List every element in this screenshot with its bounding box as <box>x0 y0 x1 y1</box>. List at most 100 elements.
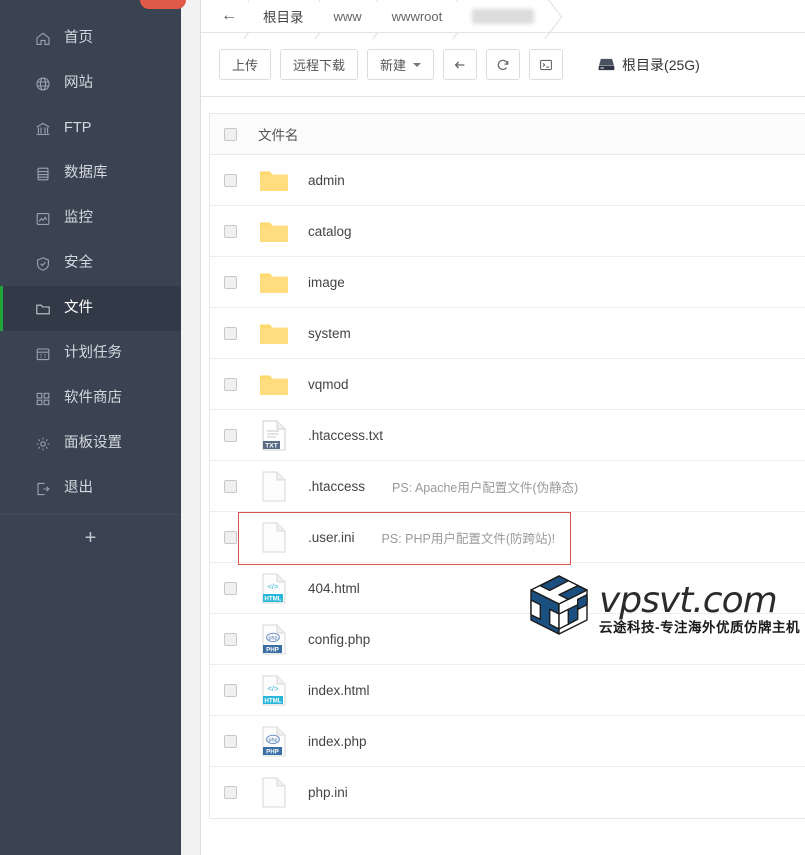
disk-info: 根目录(25G) <box>598 55 700 75</box>
upload-button[interactable]: 上传 <box>219 49 271 80</box>
sidebar-item-database[interactable]: 数据库 <box>0 151 181 196</box>
file-name: index.php <box>308 734 367 749</box>
file-html-icon: </> HTML <box>259 674 289 706</box>
table-row[interactable]: </> HTML index.html <box>210 665 805 716</box>
table-row[interactable]: php.ini <box>210 767 805 818</box>
file-name: .htaccess.txt <box>308 428 383 443</box>
table-row[interactable]: .user.ini PS: PHP用户配置文件(防跨站)! <box>210 512 805 563</box>
breadcrumb: ← 根目录 www wwwroot <box>201 0 805 33</box>
svg-text:HTML: HTML <box>264 595 281 602</box>
main-content: ← 根目录 www wwwroot 上传 远程下载 新建 <box>200 0 805 855</box>
row-checkbox[interactable] <box>224 225 237 238</box>
table-row[interactable]: catalog <box>210 206 805 257</box>
new-button[interactable]: 新建 <box>367 49 434 80</box>
layout-gutter <box>181 0 200 855</box>
svg-text:php: php <box>269 635 278 641</box>
svg-text:PHP: PHP <box>266 646 279 653</box>
sidebar-item-files[interactable]: 文件 <box>0 286 181 331</box>
arrow-left-icon <box>453 58 467 72</box>
table-row[interactable]: .htaccess PS: Apache用户配置文件(伪静态) <box>210 461 805 512</box>
sidebar-item-label: 文件 <box>64 301 93 316</box>
svg-text:</>: </> <box>268 582 280 591</box>
sidebar: 首页 网站 FTP <box>0 0 181 855</box>
row-checkbox[interactable] <box>224 174 237 187</box>
file-name: 404.html <box>308 581 360 596</box>
row-checkbox[interactable] <box>224 531 237 544</box>
row-checkbox[interactable] <box>224 684 237 697</box>
table-row[interactable]: php PHP index.php <box>210 716 805 767</box>
chevron-down-icon <box>413 63 421 67</box>
sidebar-item-website[interactable]: 网站 <box>0 61 181 106</box>
refresh-icon <box>496 58 510 72</box>
disk-icon <box>598 57 615 72</box>
sidebar-item-label: 首页 <box>64 31 93 46</box>
sidebar-item-panel-settings[interactable]: 面板设置 <box>0 421 181 466</box>
row-checkbox[interactable] <box>224 276 237 289</box>
sidebar-item-cron[interactable]: 计划任务 <box>0 331 181 376</box>
table-row[interactable]: TXT .htaccess.txt <box>210 410 805 461</box>
row-checkbox[interactable] <box>224 429 237 442</box>
back-button[interactable] <box>443 49 477 80</box>
column-header-filename: 文件名 <box>258 124 299 144</box>
breadcrumb-label: wwwroot <box>392 9 443 24</box>
file-name: admin <box>308 173 345 188</box>
sidebar-item-home[interactable]: 首页 <box>0 16 181 61</box>
notification-pill[interactable] <box>140 0 186 9</box>
breadcrumb-label: www <box>334 9 362 24</box>
file-name: image <box>308 275 345 290</box>
breadcrumb-back-button[interactable]: ← <box>215 0 249 32</box>
logout-icon <box>34 480 51 497</box>
sidebar-item-label: 计划任务 <box>64 346 122 361</box>
breadcrumb-item-wwwroot[interactable]: wwwroot <box>378 0 459 32</box>
row-checkbox[interactable] <box>224 735 237 748</box>
remote-download-button[interactable]: 远程下载 <box>280 49 358 80</box>
table-row[interactable]: </> HTML 404.html <box>210 563 805 614</box>
sidebar-nav: 首页 网站 FTP <box>0 16 181 562</box>
row-checkbox[interactable] <box>224 327 237 340</box>
row-checkbox[interactable] <box>224 633 237 646</box>
sidebar-item-logout[interactable]: 退出 <box>0 466 181 511</box>
folder-yellow-icon <box>259 215 289 247</box>
monitor-icon <box>34 210 51 227</box>
plus-icon: + <box>85 527 97 550</box>
row-checkbox[interactable] <box>224 582 237 595</box>
terminal-icon <box>539 58 553 72</box>
sidebar-item-ftp[interactable]: FTP <box>0 106 181 151</box>
select-all-checkbox[interactable] <box>224 128 237 141</box>
file-name: vqmod <box>308 377 349 392</box>
table-row[interactable]: image <box>210 257 805 308</box>
file-html-icon: </> HTML <box>259 572 289 604</box>
database-icon <box>34 165 51 182</box>
terminal-button[interactable] <box>529 49 563 80</box>
sidebar-item-monitor[interactable]: 监控 <box>0 196 181 241</box>
refresh-button[interactable] <box>486 49 520 80</box>
file-name: system <box>308 326 351 341</box>
folder-yellow-icon <box>259 317 289 349</box>
breadcrumb-item-redacted[interactable] <box>458 0 550 32</box>
row-checkbox[interactable] <box>224 378 237 391</box>
sidebar-item-security[interactable]: 安全 <box>0 241 181 286</box>
table-row[interactable]: vqmod <box>210 359 805 410</box>
file-name: .htaccess <box>308 479 365 494</box>
sidebar-add-button[interactable]: + <box>0 514 181 562</box>
sidebar-top-spacer <box>0 0 181 16</box>
svg-text:HTML: HTML <box>264 697 281 704</box>
sidebar-item-label: 安全 <box>64 256 93 271</box>
svg-text:TXT: TXT <box>265 442 277 449</box>
sidebar-item-appstore[interactable]: 软件商店 <box>0 376 181 421</box>
table-row[interactable]: system <box>210 308 805 359</box>
apps-icon <box>34 390 51 407</box>
table-row[interactable]: php PHP config.php <box>210 614 805 665</box>
folder-yellow-icon <box>259 164 289 196</box>
new-button-label: 新建 <box>380 55 406 74</box>
file-note: PS: Apache用户配置文件(伪静态) <box>392 477 578 496</box>
table-row[interactable]: admin <box>210 155 805 206</box>
sidebar-item-label: 监控 <box>64 211 93 226</box>
calendar-icon <box>34 345 51 362</box>
row-checkbox[interactable] <box>224 480 237 493</box>
row-checkbox[interactable] <box>224 786 237 799</box>
breadcrumb-item-www[interactable]: www <box>320 0 378 32</box>
breadcrumb-item-root[interactable]: 根目录 <box>249 0 320 32</box>
app-root: 首页 网站 FTP <box>0 0 805 855</box>
disk-label: 根目录(25G) <box>622 55 700 75</box>
